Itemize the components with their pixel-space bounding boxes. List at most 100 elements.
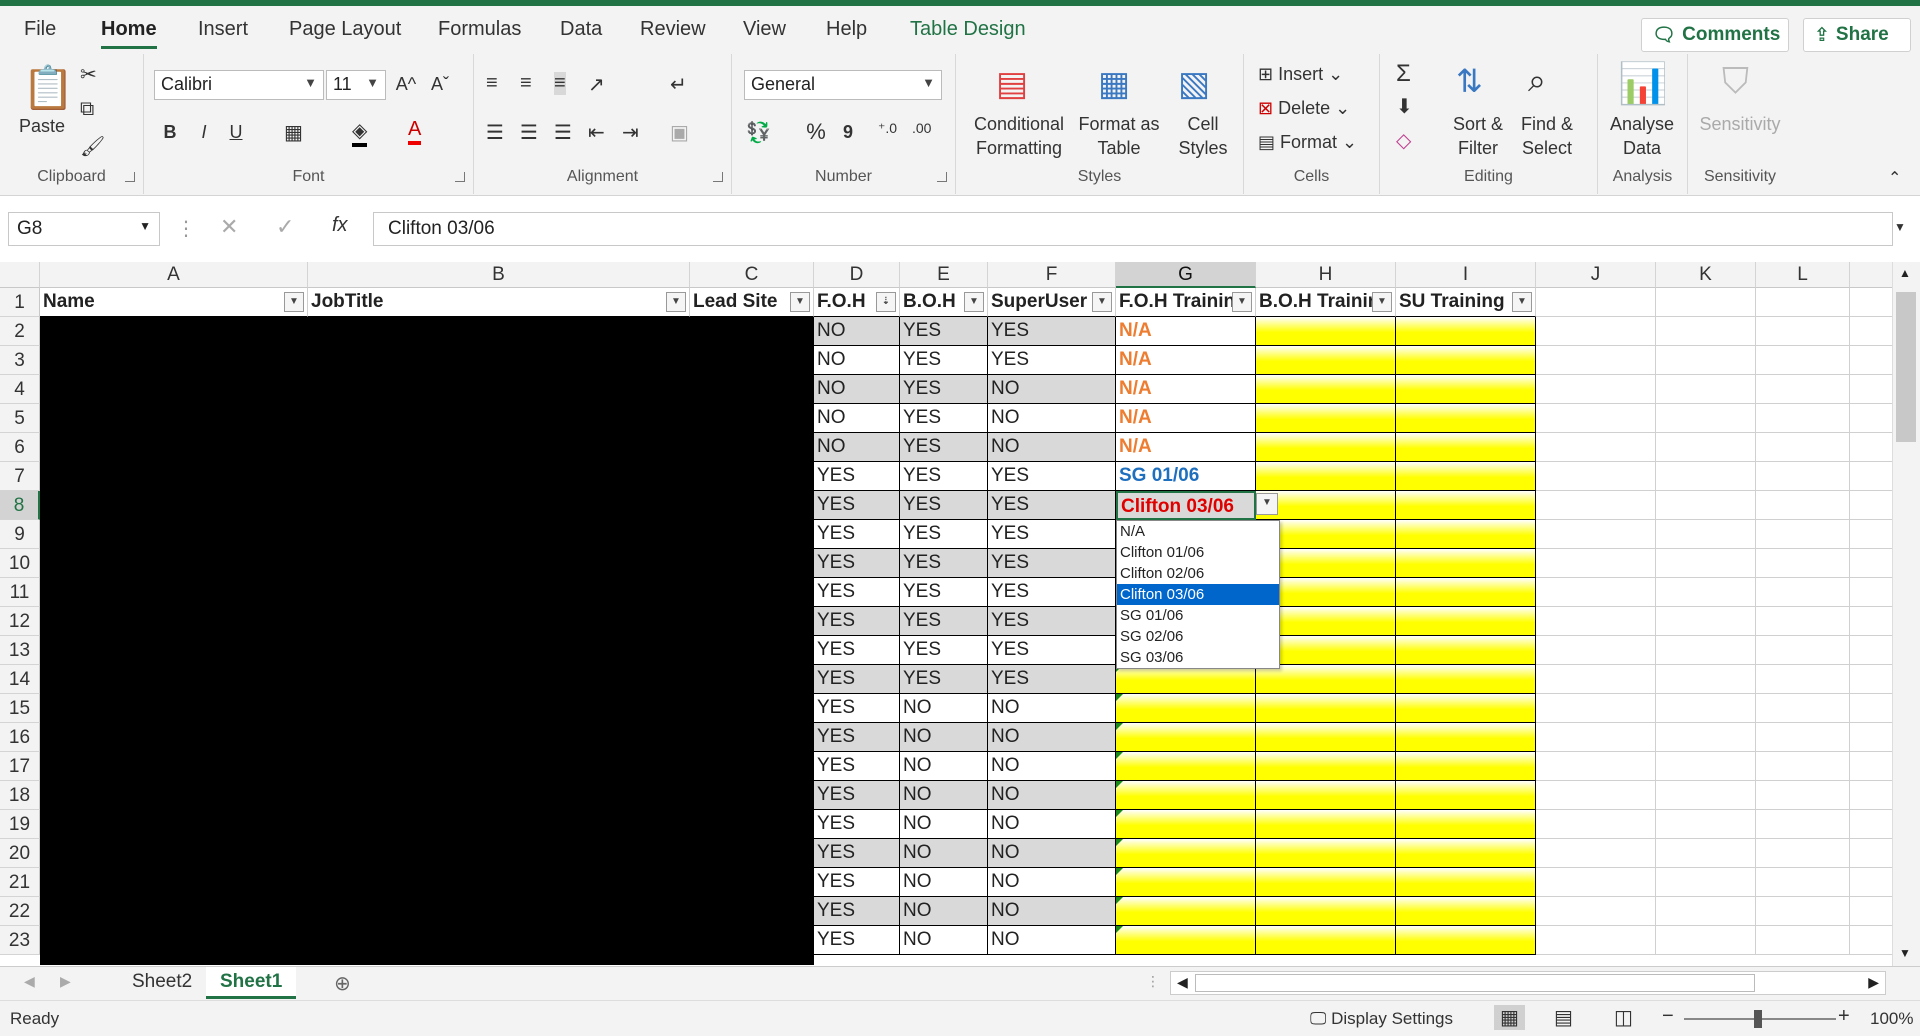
table-cell[interactable]: NO <box>988 752 1116 781</box>
table-cell[interactable]: NO <box>900 694 988 723</box>
training-cell[interactable] <box>1396 375 1536 404</box>
empty-cell[interactable] <box>1656 636 1756 665</box>
empty-cell[interactable] <box>1756 752 1850 781</box>
row-header-2[interactable]: 2 <box>0 317 40 346</box>
training-cell[interactable] <box>1256 375 1396 404</box>
cancel-icon[interactable]: ✕ <box>220 214 238 240</box>
zoom-out-icon[interactable]: − <box>1662 1005 1674 1028</box>
foh-training-cell[interactable]: N/A <box>1116 317 1256 346</box>
clear-icon[interactable]: ◇ <box>1396 128 1411 153</box>
table-cell[interactable]: YES <box>900 549 988 578</box>
row-header-12[interactable]: 12 <box>0 607 40 636</box>
empty-cell[interactable] <box>1850 636 1892 665</box>
empty-cell[interactable] <box>1850 752 1892 781</box>
empty-cell[interactable] <box>1656 723 1756 752</box>
filter-dropdown-icon[interactable]: ▼ <box>1372 292 1392 312</box>
merge-icon[interactable]: ▣ <box>670 120 689 145</box>
table-cell[interactable]: YES <box>988 665 1116 694</box>
empty-cell[interactable] <box>1756 317 1850 346</box>
empty-cell[interactable] <box>1756 694 1850 723</box>
empty-cell[interactable] <box>1656 694 1756 723</box>
training-cell[interactable] <box>1396 926 1536 955</box>
filter-dropdown-icon[interactable]: ▼ <box>964 292 984 312</box>
share-button[interactable]: ⇪ Share <box>1803 18 1911 52</box>
column-header-a[interactable]: A <box>40 262 308 288</box>
table-cell[interactable]: YES <box>988 549 1116 578</box>
find-select-line1[interactable]: Find & <box>1514 112 1580 136</box>
training-cell[interactable] <box>1256 694 1396 723</box>
training-cell[interactable] <box>1256 723 1396 752</box>
empty-cell[interactable] <box>1850 404 1892 433</box>
empty-cell[interactable] <box>1656 549 1756 578</box>
column-header-m[interactable]: M <box>1850 262 1892 288</box>
empty-cell[interactable] <box>1850 868 1892 897</box>
dropdown-option[interactable]: SG 03/06 <box>1117 647 1279 668</box>
sort-filter-line1[interactable]: Sort & <box>1450 112 1506 136</box>
empty-cell[interactable] <box>1850 926 1892 955</box>
table-cell[interactable]: YES <box>988 607 1116 636</box>
font-name-select[interactable]: Calibri ▼ <box>154 70 324 100</box>
vertical-scroll-thumb[interactable] <box>1896 292 1916 442</box>
table-header-cell[interactable]: F.O.H ⇣ <box>814 288 900 317</box>
empty-cell[interactable] <box>1756 433 1850 462</box>
table-cell[interactable]: YES <box>900 375 988 404</box>
table-cell[interactable]: YES <box>814 549 900 578</box>
decrease-indent-icon[interactable]: ⇤ <box>588 120 605 145</box>
empty-cell[interactable] <box>1756 810 1850 839</box>
foh-training-cell[interactable] <box>1116 665 1256 694</box>
training-cell[interactable] <box>1256 404 1396 433</box>
training-cell[interactable] <box>1256 462 1396 491</box>
tab-view[interactable]: View <box>743 18 786 41</box>
empty-cell[interactable] <box>1536 839 1656 868</box>
alignment-launcher-icon[interactable] <box>713 172 723 182</box>
dropdown-option[interactable]: Clifton 03/06 <box>1117 584 1279 605</box>
empty-cell[interactable] <box>1756 868 1850 897</box>
analyse-data-line1[interactable]: Analyse <box>1602 112 1682 136</box>
conditional-formatting-line2[interactable]: Formatting <box>966 136 1072 160</box>
comments-button[interactable]: 🗨 Comments <box>1641 18 1789 52</box>
table-cell[interactable]: YES <box>988 520 1116 549</box>
empty-cell[interactable] <box>1656 317 1756 346</box>
empty-cell[interactable] <box>1850 810 1892 839</box>
table-cell[interactable]: YES <box>814 462 900 491</box>
decrease-decimal-icon[interactable]: .00 <box>912 120 931 136</box>
grow-font-button[interactable]: A^ <box>394 72 418 96</box>
empty-cell[interactable] <box>1850 491 1892 520</box>
empty-cell[interactable] <box>1536 491 1656 520</box>
format-as-table-line2[interactable]: Table <box>1074 136 1164 160</box>
table-cell[interactable]: NO <box>988 810 1116 839</box>
table-header-cell[interactable]: JobTitle ▼ <box>308 288 690 317</box>
table-header-cell[interactable]: Name ▼ <box>40 288 308 317</box>
table-cell[interactable]: YES <box>988 317 1116 346</box>
add-sheet-icon[interactable]: ⊕ <box>334 971 351 996</box>
dropdown-option[interactable]: N/A <box>1117 521 1279 542</box>
table-cell[interactable]: NO <box>988 433 1116 462</box>
column-header-i[interactable]: I <box>1396 262 1536 288</box>
table-cell[interactable]: YES <box>900 346 988 375</box>
table-cell[interactable]: NO <box>988 404 1116 433</box>
training-cell[interactable] <box>1256 897 1396 926</box>
empty-cell[interactable] <box>1850 781 1892 810</box>
empty-cell[interactable] <box>1756 549 1850 578</box>
training-cell[interactable] <box>1256 346 1396 375</box>
empty-cell[interactable] <box>1756 607 1850 636</box>
number-format-select[interactable]: General ▼ <box>744 70 942 100</box>
tab-file[interactable]: File <box>24 18 56 41</box>
empty-cell[interactable] <box>1850 520 1892 549</box>
empty-cell[interactable] <box>1850 462 1892 491</box>
table-header-cell[interactable]: SuperUser ▼ <box>988 288 1116 317</box>
empty-cell[interactable] <box>1756 578 1850 607</box>
empty-cell[interactable] <box>1756 926 1850 955</box>
empty-cell[interactable] <box>1656 404 1756 433</box>
enter-icon[interactable]: ✓ <box>276 214 294 240</box>
empty-cell[interactable] <box>1536 781 1656 810</box>
empty-cell[interactable] <box>1756 491 1850 520</box>
training-cell[interactable] <box>1396 723 1536 752</box>
row-header-21[interactable]: 21 <box>0 868 40 897</box>
training-cell[interactable] <box>1396 607 1536 636</box>
dropdown-option[interactable]: SG 01/06 <box>1117 605 1279 626</box>
empty-cell[interactable] <box>1756 462 1850 491</box>
training-cell[interactable] <box>1396 317 1536 346</box>
table-cell[interactable]: YES <box>900 462 988 491</box>
split-handle-icon[interactable]: ⋮ <box>1146 973 1160 990</box>
